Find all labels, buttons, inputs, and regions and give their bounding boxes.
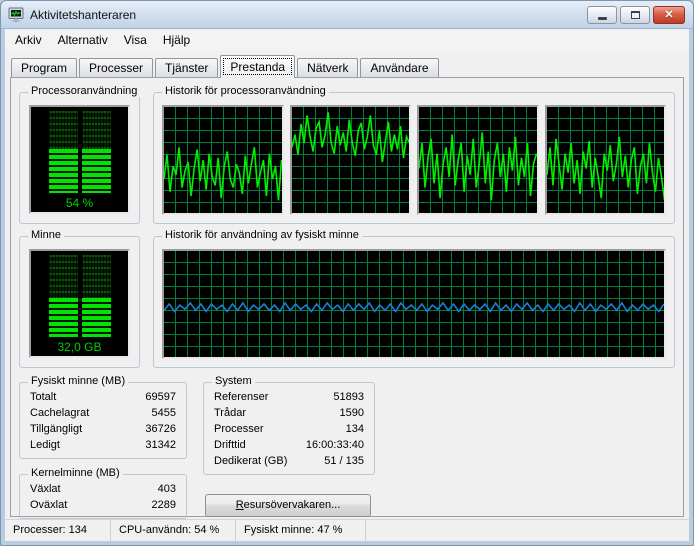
physical-memory-group-title: Fysiskt minne (MB) <box>28 375 128 387</box>
menu-hjalp[interactable]: Hjälp <box>155 30 198 50</box>
minimize-button[interactable] <box>587 6 617 24</box>
memory-group: Minne 32,0 GB <box>19 236 140 368</box>
stat-row: Drifttid 16:00:33:40 <box>214 437 364 453</box>
stat-label: Processer <box>214 421 264 437</box>
stat-label: Ledigt <box>30 437 60 453</box>
task-manager-window: Aktivitetshanteraren ✕ Arkiv Alternativ … <box>0 0 694 546</box>
tab-prestanda[interactable]: Prestanda <box>220 55 295 78</box>
resource-monitor-button[interactable]: Resursövervakaren... <box>205 494 371 517</box>
status-cpu-usage: CPU-användn: 54 % <box>111 520 236 541</box>
stat-row: Trådar 1590 <box>214 405 364 421</box>
stat-value: 134 <box>346 421 364 437</box>
stat-row: Oväxlat 2289 <box>30 497 176 513</box>
window-controls: ✕ <box>587 6 685 24</box>
client-area: Arkiv Alternativ Visa Hjälp Program Proc… <box>5 29 689 541</box>
cpu-history-graph-core1 <box>162 105 284 215</box>
stat-row: Tillgängligt 36726 <box>30 421 176 437</box>
maximize-icon <box>631 11 640 19</box>
maximize-button[interactable] <box>620 6 650 24</box>
stat-label: Cachelagrat <box>30 405 89 421</box>
performance-tab-page: Processoranvändning 54 % Historik för pr… <box>10 77 684 517</box>
memory-history-group: Historik för användning av fysiskt minne <box>153 236 675 368</box>
stat-row: Växlat 403 <box>30 481 176 497</box>
cpu-history-graph-core4 <box>545 105 667 215</box>
memory-gauge-value: 32,0 GB <box>31 340 128 354</box>
stat-row: Totalt 69597 <box>30 389 176 405</box>
stat-row: Dedikerat (GB) 51 / 135 <box>214 453 364 469</box>
stat-row: Cachelagrat 5455 <box>30 405 176 421</box>
resource-monitor-button-label: Resursövervakaren... <box>206 495 370 516</box>
stat-value: 51893 <box>333 389 364 405</box>
menu-arkiv[interactable]: Arkiv <box>7 30 50 50</box>
physical-memory-group: Fysiskt minne (MB) Totalt69597Cachelagra… <box>19 382 187 459</box>
cpu-history-graph-core2 <box>290 105 412 215</box>
minimize-icon <box>598 17 607 20</box>
tab-natverk[interactable]: Nätverk <box>297 58 358 77</box>
kernel-memory-group-title: Kernelminne (MB) <box>28 467 123 479</box>
tab-tjanster[interactable]: Tjänster <box>155 58 218 77</box>
stat-row: Ledigt 31342 <box>30 437 176 453</box>
memory-group-title: Minne <box>28 229 64 241</box>
stat-label: Oväxlat <box>30 497 67 513</box>
status-filler <box>366 520 689 541</box>
cpu-history-group: Historik för processoranvändning <box>153 92 675 224</box>
stat-value: 36726 <box>145 421 176 437</box>
menu-visa[interactable]: Visa <box>116 30 155 50</box>
memory-history-graph <box>162 249 666 359</box>
status-physical-memory: Fysiskt minne: 47 % <box>236 520 366 541</box>
statusbar: Processer: 134 CPU-användn: 54 % Fysiskt… <box>5 519 689 541</box>
tabstrip: Program Processer Tjänster Prestanda Nät… <box>5 51 689 77</box>
stat-label: Drifttid <box>214 437 246 453</box>
stat-value: 5455 <box>152 405 176 421</box>
stat-label: Växlat <box>30 481 61 497</box>
stat-label: Totalt <box>30 389 56 405</box>
stat-label: Dedikerat (GB) <box>214 453 287 469</box>
cpu-usage-value: 54 % <box>31 196 128 210</box>
kernel-memory-group: Kernelminne (MB) Växlat403Oväxlat2289 <box>19 474 187 519</box>
close-button[interactable]: ✕ <box>653 6 685 24</box>
status-processes: Processer: 134 <box>5 520 111 541</box>
stat-row: Referenser 51893 <box>214 389 364 405</box>
stat-value: 2289 <box>152 497 176 513</box>
stat-value: 51 / 135 <box>324 453 364 469</box>
stat-row: Processer 134 <box>214 421 364 437</box>
stat-value: 69597 <box>145 389 176 405</box>
close-icon: ✕ <box>664 8 673 21</box>
menubar: Arkiv Alternativ Visa Hjälp <box>5 29 689 51</box>
tab-program[interactable]: Program <box>11 58 77 77</box>
cpu-history-graph-core3 <box>417 105 539 215</box>
stat-label: Tillgängligt <box>30 421 82 437</box>
menu-alternativ[interactable]: Alternativ <box>50 30 116 50</box>
tab-processer[interactable]: Processer <box>79 58 153 77</box>
system-group-title: System <box>212 375 255 387</box>
stat-label: Trådar <box>214 405 246 421</box>
stat-value: 16:00:33:40 <box>306 437 364 453</box>
stat-value: 403 <box>158 481 176 497</box>
tab-anvandare[interactable]: Användare <box>360 58 438 77</box>
stat-label: Referenser <box>214 389 268 405</box>
cpu-history-group-title: Historik för processoranvändning <box>162 85 329 97</box>
memory-history-group-title: Historik för användning av fysiskt minne <box>162 229 362 241</box>
app-icon <box>8 7 24 23</box>
cpu-usage-gauge: 54 % <box>29 105 130 214</box>
system-group: System Referenser51893Trådar1590Processe… <box>203 382 375 475</box>
cpu-usage-group: Processoranvändning 54 % <box>19 92 140 224</box>
window-title: Aktivitetshanteraren <box>30 8 587 22</box>
memory-gauge: 32,0 GB <box>29 249 130 358</box>
titlebar[interactable]: Aktivitetshanteraren ✕ <box>1 1 693 29</box>
stat-value: 1590 <box>340 405 364 421</box>
cpu-usage-group-title: Processoranvändning <box>28 85 140 97</box>
stat-value: 31342 <box>145 437 176 453</box>
